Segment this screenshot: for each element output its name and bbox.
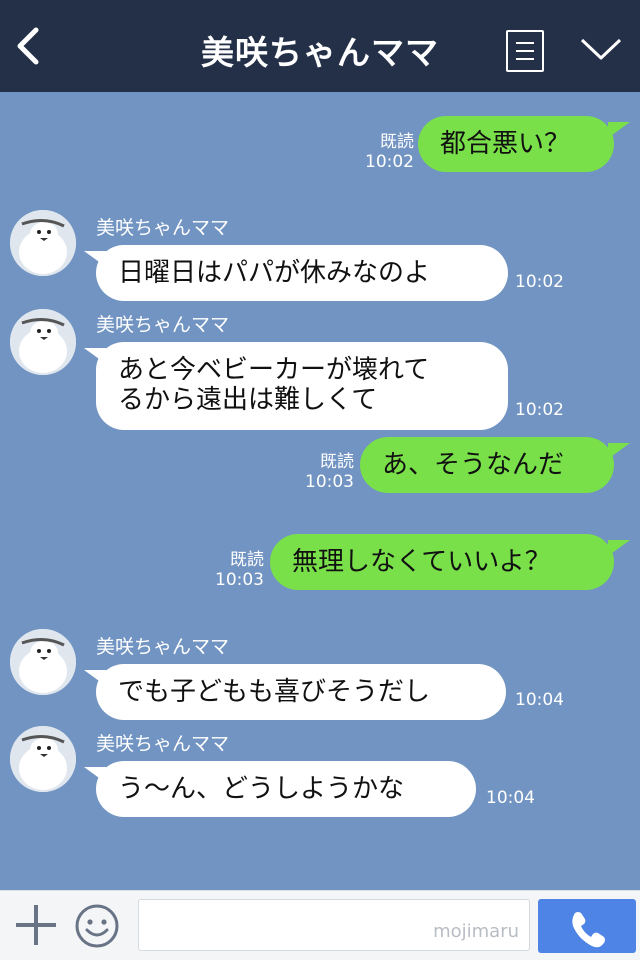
smiley-icon[interactable] <box>74 903 120 949</box>
message-text-line: あと今ベビーカーが壊れて <box>118 355 430 385</box>
message-meta: 既読 10:02 <box>362 132 414 172</box>
message-time: 10:02 <box>365 152 414 172</box>
avatar[interactable] <box>10 210 76 276</box>
read-receipt: 既読 <box>380 132 414 152</box>
sender-name: 美咲ちゃんママ <box>96 733 230 755</box>
message-text: あ、そうなんだ <box>382 450 565 480</box>
chat-header: 美咲ちゃんママ <box>0 0 640 92</box>
bubble-tail <box>608 443 630 459</box>
sender-name: 美咲ちゃんママ <box>96 636 230 658</box>
message-time: 10:02 <box>515 272 564 292</box>
message-text: 都合悪い？ <box>440 129 571 159</box>
their-message-bubble[interactable]: あと今ベビーカーが壊れて るから遠出は難しくて <box>96 342 508 430</box>
sender-name: 美咲ちゃんママ <box>96 314 230 336</box>
message-time: 10:02 <box>515 400 564 420</box>
message-text: でも子どもも喜びそうだし <box>118 677 431 707</box>
call-button[interactable] <box>538 899 636 953</box>
menu-lines-icon[interactable] <box>506 30 544 72</box>
message-meta: 既読 10:03 <box>302 452 354 492</box>
avatar[interactable] <box>10 629 76 695</box>
phone-icon <box>572 912 605 948</box>
message-time: 10:03 <box>305 472 354 492</box>
bubble-tail <box>608 540 630 556</box>
message-text: 無理しなくていいよ？ <box>292 547 551 577</box>
input-bar: mojimaru <box>0 890 640 960</box>
their-message-bubble[interactable]: でも子どもも喜びそうだし <box>96 664 506 720</box>
plus-icon[interactable] <box>16 905 56 945</box>
message-input[interactable]: mojimaru <box>138 899 530 951</box>
message-text-line: るから遠出は難しくて <box>118 385 378 415</box>
message-text: 日曜日はパパが休みなのよ <box>118 258 431 288</box>
chevron-down-icon[interactable] <box>578 30 624 66</box>
chat-title: 美咲ちゃんママ <box>201 33 439 72</box>
their-message-bubble[interactable]: 日曜日はパパが休みなのよ <box>96 245 508 301</box>
my-message-bubble[interactable]: 都合悪い？ <box>418 116 614 172</box>
message-time: 10:03 <box>215 570 264 590</box>
avatar[interactable] <box>10 309 76 375</box>
avatar[interactable] <box>10 726 76 792</box>
message-text: う〜ん、どうしようかな <box>118 774 405 804</box>
my-message-bubble[interactable]: 無理しなくていいよ？ <box>270 534 614 590</box>
message-meta: 既読 10:03 <box>212 550 264 590</box>
my-message-bubble[interactable]: あ、そうなんだ <box>360 437 614 493</box>
chat-area[interactable]: 既読 10:02 都合悪い？ 美咲ちゃんママ 日曜日はパパが休みなのよ 10:0… <box>0 92 640 890</box>
their-message-bubble[interactable]: う〜ん、どうしようかな <box>96 761 476 817</box>
read-receipt: 既読 <box>320 452 354 472</box>
sender-name: 美咲ちゃんママ <box>96 217 230 239</box>
message-time: 10:04 <box>486 788 535 808</box>
watermark: mojimaru <box>433 921 519 942</box>
bubble-tail <box>608 122 630 138</box>
read-receipt: 既読 <box>230 550 264 570</box>
message-time: 10:04 <box>515 690 564 710</box>
